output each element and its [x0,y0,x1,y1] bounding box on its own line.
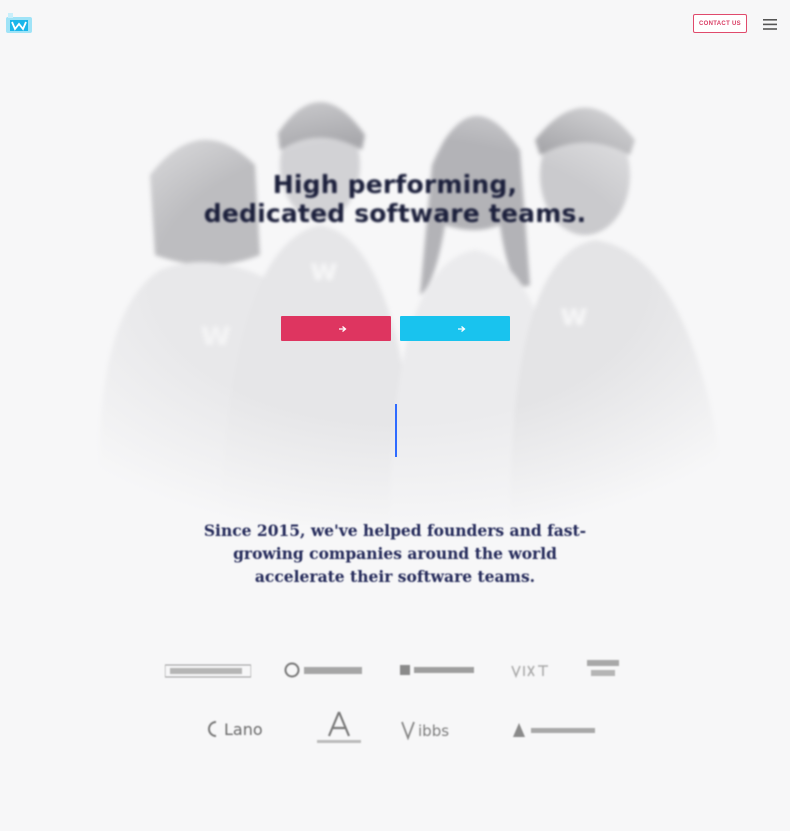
secondary-cta-button[interactable] [400,316,510,341]
hamburger-menu-icon[interactable] [763,19,777,30]
client-logo-mark [511,664,548,678]
client-logo [510,662,550,680]
client-logo [511,721,597,739]
svg-text:Lano: Lano [224,720,263,739]
client-logo-mark: ibbs [401,721,449,740]
client-logo: Lano [204,718,276,740]
hero-team-photo: w w w [40,55,760,525]
site-header: CONTACT US [0,0,790,48]
arrow-right-icon [339,325,347,332]
client-logo [165,662,251,680]
hero-headline: High performing, dedicated software team… [203,170,587,228]
since-statement: Since 2015, we've helped founders and fa… [203,521,587,586]
client-logo-mark [317,711,361,743]
arrow-right-icon [458,325,466,332]
contact-us-button[interactable]: CONTACT US [693,14,747,33]
client-logo-mark [165,664,251,678]
svg-text:ibbs: ibbs [418,722,449,740]
client-logo-mark [284,662,362,678]
w-logo-icon[interactable] [6,13,32,33]
client-logo [313,710,365,746]
client-logo [585,658,621,680]
client-logo [400,661,476,679]
client-logo-mark: Lano [208,720,263,739]
client-logo [284,661,366,679]
client-logo-mark [400,664,474,675]
client-logo-mark [587,660,619,676]
client-logo-mark [513,723,595,737]
scroll-indicator-line [395,404,397,457]
client-logos: Lano ibbs [0,640,790,760]
client-logo: ibbs [400,720,476,740]
primary-cta-button[interactable] [281,316,391,341]
